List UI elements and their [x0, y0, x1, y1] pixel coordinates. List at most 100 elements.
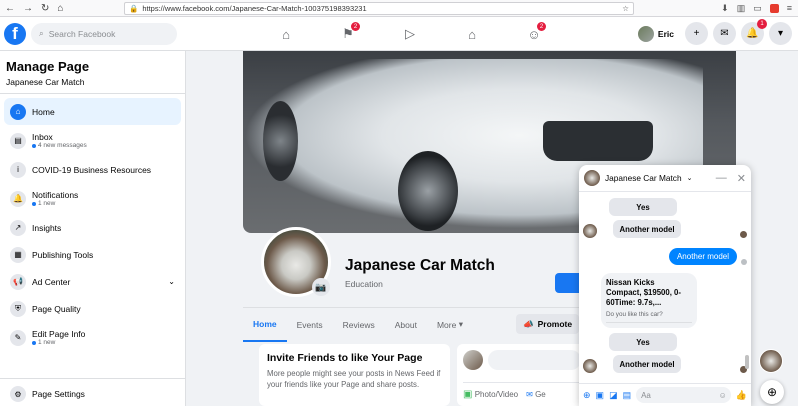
- url-text: https://www.facebook.com/Japanese-Car-Ma…: [142, 3, 367, 13]
- sidebar-title: Manage Page: [6, 59, 90, 74]
- gif-icon[interactable]: ▤: [623, 390, 632, 401]
- avatar: [583, 224, 597, 238]
- chat-head-avatar[interactable]: [759, 349, 783, 373]
- reload-icon[interactable]: ↻: [41, 3, 49, 14]
- promote-button[interactable]: 📣 Promote: [516, 314, 580, 334]
- image-icon[interactable]: ▣: [596, 390, 605, 401]
- emoji-icon[interactable]: ☺: [719, 391, 727, 400]
- card-yes-button[interactable]: Yes: [609, 333, 677, 352]
- sidebar-item-label: Home: [32, 106, 55, 117]
- manage-page-sidebar: Manage Page Japanese Car Match ⌂ Home ▤ …: [0, 51, 186, 406]
- sidebar-toggle-icon[interactable]: ▭: [753, 3, 762, 14]
- sidebar-item-label: Publishing Tools: [32, 249, 94, 260]
- photo-video-label: Photo/Video: [474, 390, 519, 399]
- chat-composer: ⊕ ▣ ◪ ▤ Aa ☺ 👍: [579, 383, 751, 406]
- user-name: Eric: [657, 28, 674, 39]
- megaphone-icon: 📢: [10, 273, 26, 290]
- gear-icon: ⚙: [10, 386, 26, 402]
- facebook-logo-icon[interactable]: f: [4, 22, 26, 45]
- sidebar-footer: ⚙ Page Settings: [0, 378, 185, 406]
- forward-icon[interactable]: →: [23, 3, 33, 14]
- sidebar-item-covid[interactable]: i COVID-19 Business Resources: [4, 156, 181, 183]
- card-title: Nissan Kicks Compact, $19500, 0-60Time: …: [606, 278, 681, 308]
- minimize-icon[interactable]: —: [716, 172, 727, 185]
- chat-message-input[interactable]: Aa ☺: [636, 387, 731, 403]
- messenger-icon: ✉: [526, 390, 533, 399]
- new-message-icon[interactable]: ⊕: [760, 380, 784, 404]
- tab-reviews[interactable]: Reviews: [333, 308, 385, 342]
- quick-reply-yes-button[interactable]: Yes: [609, 198, 677, 216]
- chat-scrollbar[interactable]: [745, 355, 749, 369]
- nav-marketplace-icon[interactable]: ⌂: [441, 17, 503, 51]
- sidebar-item-inbox[interactable]: ▤ Inbox 4 new messages: [4, 125, 181, 156]
- nav-home-icon[interactable]: ⌂: [255, 17, 317, 51]
- photo-icon: ▣: [463, 389, 473, 400]
- lock-icon: 🔒: [129, 3, 139, 13]
- sidebar-item-publishing-tools[interactable]: ▦ Publishing Tools: [4, 241, 181, 268]
- home-icon[interactable]: ⌂: [57, 3, 63, 14]
- chat-messages: Yes Another model Another model Nissan K…: [579, 192, 751, 374]
- sticker-icon[interactable]: ◪: [609, 390, 618, 401]
- avatar: [584, 170, 600, 186]
- back-icon[interactable]: ←: [5, 3, 15, 14]
- account-menu-icon[interactable]: ▾: [769, 22, 792, 45]
- inbox-note: 4 new messages: [38, 142, 87, 149]
- create-icon[interactable]: +: [685, 22, 708, 45]
- grille-shape: [543, 121, 653, 161]
- chevron-down-icon[interactable]: ⌄: [168, 277, 175, 286]
- sidebar-item-notifications[interactable]: 🔔 Notifications 1 new: [4, 183, 181, 214]
- center-nav: ⌂ ⚑ 2 ▷ ⌂ ☺ 2: [255, 17, 565, 51]
- search-placeholder: Search Facebook: [48, 28, 116, 39]
- chat-header[interactable]: Japanese Car Match ⌄ — ✕: [579, 165, 751, 192]
- sidebar-item-label: Notifications: [32, 190, 79, 200]
- front-wheel-shape: [398, 151, 458, 231]
- url-bar[interactable]: 🔒 https://www.facebook.com/Japanese-Car-…: [124, 1, 634, 15]
- sidebar-item-label: Inbox: [32, 132, 53, 142]
- card-question: Do you like this car?: [606, 311, 692, 324]
- like-icon[interactable]: 👍: [736, 390, 747, 401]
- nav-watch-icon[interactable]: ▷: [379, 17, 441, 51]
- shield-icon: ⛨: [10, 300, 26, 317]
- bookmark-icon[interactable]: ☆: [622, 4, 629, 13]
- notifications-icon[interactable]: 🔔 1: [741, 19, 767, 45]
- sidebar-item-ad-center[interactable]: 📢 Ad Center ⌄: [4, 268, 181, 295]
- sidebar-item-edit-page-info[interactable]: ✎ Edit Page Info 1 new: [4, 322, 181, 353]
- quick-reply-another-model-button[interactable]: Another model: [613, 220, 681, 238]
- library-icon[interactable]: ▥: [737, 3, 746, 14]
- sidebar-item-insights[interactable]: ↗ Insights: [4, 214, 181, 241]
- sidebar-item-page-quality[interactable]: ⛨ Page Quality: [4, 295, 181, 322]
- tab-more-label: More: [436, 319, 457, 330]
- search-icon: ⌕: [39, 28, 44, 38]
- nav-pages-icon[interactable]: ⚑ 2: [317, 17, 379, 51]
- menu-icon[interactable]: ≡: [787, 3, 792, 13]
- nav-groups-icon[interactable]: ☺ 2: [503, 17, 565, 51]
- messenger-icon[interactable]: ✉: [713, 22, 736, 45]
- sidebar-item-label: Page Quality: [32, 303, 81, 314]
- photo-video-button[interactable]: ▣ Photo/Video: [463, 389, 518, 400]
- profile-link[interactable]: Eric: [637, 25, 680, 42]
- sidebar-item-page-settings[interactable]: ⚙ Page Settings: [4, 382, 181, 406]
- info-icon: i: [10, 161, 26, 178]
- sidebar-item-home[interactable]: ⌂ Home: [4, 98, 181, 125]
- add-icon[interactable]: ⊕: [583, 390, 591, 401]
- tab-about[interactable]: About: [385, 308, 427, 342]
- tab-home[interactable]: Home: [243, 308, 287, 342]
- notifications-note: 1 new: [38, 200, 56, 207]
- card-another-model-button[interactable]: Another model: [613, 355, 681, 374]
- pages-badge: 2: [351, 22, 360, 31]
- chat-input-placeholder: Aa: [641, 390, 651, 400]
- camera-icon[interactable]: 📷: [312, 278, 330, 296]
- notifications-badge: 1: [757, 19, 767, 29]
- chevron-down-icon[interactable]: ⌄: [687, 174, 693, 182]
- sidebar-item-label: Edit Page Info: [32, 329, 86, 339]
- messenger-action-button[interactable]: ✉ Ge: [526, 390, 546, 399]
- invite-text: More people might see your posts in News…: [267, 369, 441, 389]
- extension-icon[interactable]: [769, 3, 779, 13]
- avatar: [583, 359, 597, 374]
- search-input[interactable]: ⌕ Search Facebook: [31, 22, 177, 45]
- tab-events[interactable]: Events: [287, 308, 333, 342]
- tab-more[interactable]: More ▾: [427, 308, 473, 342]
- close-icon[interactable]: ✕: [737, 172, 746, 185]
- download-icon[interactable]: ⬇: [721, 3, 729, 14]
- composer-input[interactable]: [488, 350, 581, 370]
